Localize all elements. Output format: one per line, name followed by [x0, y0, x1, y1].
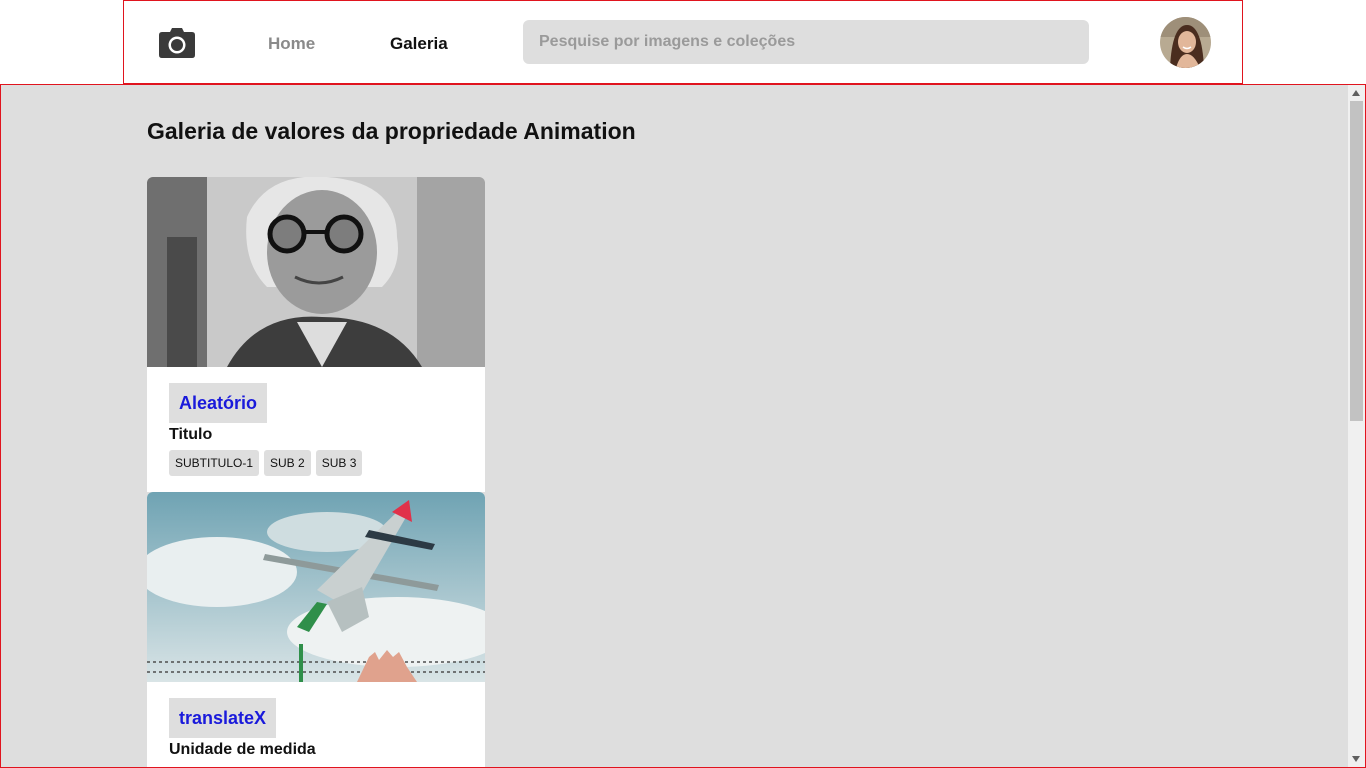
nav-home-link[interactable]: Home [268, 34, 315, 54]
card-title: Titulo [169, 426, 213, 443]
gallery-card[interactable]: translateX Unidade de medida [147, 492, 485, 767]
user-avatar[interactable] [1160, 17, 1211, 68]
card-tag[interactable]: translateX [169, 698, 277, 738]
search-input[interactable] [523, 20, 1089, 64]
main-content: Galeria de valores da propriedade Animat… [0, 84, 1366, 768]
card-title: Unidade de medida [169, 741, 316, 758]
gallery-card[interactable]: Aleatório Titulo SUBTITULO-1 SUB 2 SUB 3 [147, 177, 485, 492]
nav-gallery-link[interactable]: Galeria [390, 34, 448, 54]
scrollbar-thumb[interactable] [1350, 101, 1363, 421]
scroll-up-icon[interactable] [1352, 90, 1360, 96]
top-navbar: Home Galeria [123, 0, 1243, 84]
portrait-photo [147, 177, 485, 367]
page-title: Galeria de valores da propriedade Animat… [147, 118, 636, 144]
card-chip: SUBTITULO-1 [169, 450, 260, 476]
scroll-down-icon[interactable] [1352, 756, 1360, 762]
airplane-photo [147, 492, 485, 682]
camera-icon[interactable] [158, 27, 196, 59]
card-chip: SUB 3 [315, 450, 363, 476]
card-chip: SUB 2 [264, 450, 311, 476]
vertical-scrollbar[interactable] [1348, 85, 1365, 767]
card-tag[interactable]: Aleatório [169, 383, 268, 423]
